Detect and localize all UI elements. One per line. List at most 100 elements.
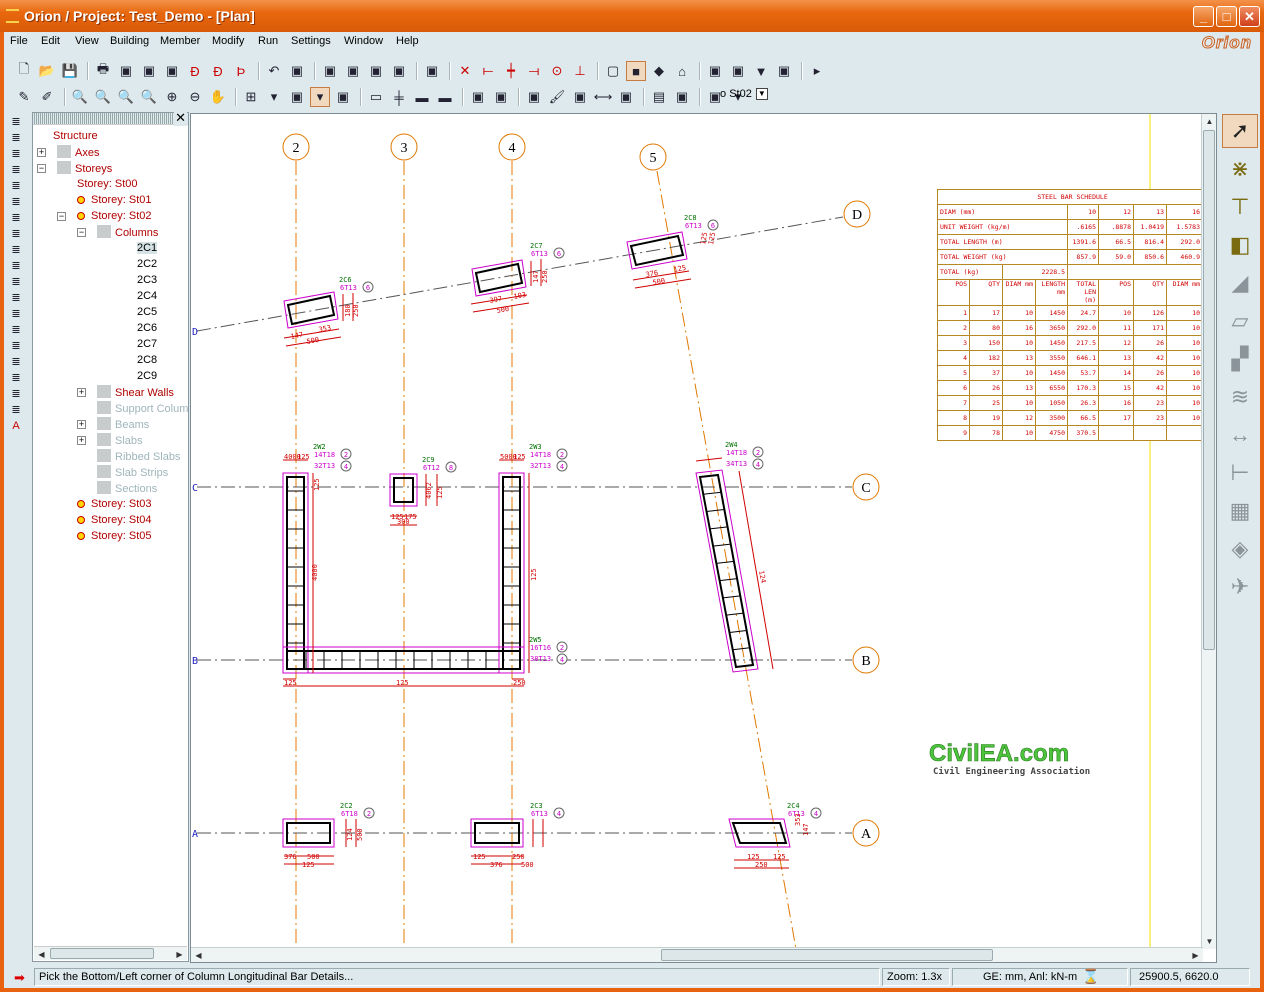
window-frame-icon[interactable]: ▣	[672, 87, 692, 107]
edit-pen-icon[interactable]: ✐	[37, 87, 57, 107]
view-shaded-icon[interactable]: ◆	[649, 61, 669, 81]
slab-icon[interactable]: ▱	[1222, 304, 1258, 338]
menu-window[interactable]: Window	[344, 35, 383, 47]
tree-item-column-2C4[interactable]: 2C4	[137, 289, 157, 304]
tree-item-column-2C1[interactable]: 2C1	[137, 241, 158, 256]
menu-building[interactable]: Building	[110, 35, 149, 47]
storey-6-icon[interactable]: ≣	[6, 194, 26, 209]
tools-icon[interactable]: ▣	[774, 61, 794, 81]
chevron-down-icon[interactable]: ▼	[755, 88, 768, 101]
axis-numbers-icon[interactable]: ▣	[422, 61, 442, 81]
copy-report-icon[interactable]: ▣	[116, 61, 136, 81]
ribbed-icon[interactable]: ≋	[1222, 380, 1258, 414]
select-window-icon[interactable]: ▣	[320, 61, 340, 81]
tree-item-storey-5[interactable]: Storey: St05	[77, 529, 152, 544]
plan-canvas[interactable]: 2 3 4 5 D C B A D C B A 2C6 6T13 6 2C7 6T13 6 2C8 6T13 6 2C9 6…	[190, 113, 1217, 963]
perpendicular-icon[interactable]: ⊥	[570, 61, 590, 81]
line-start-icon[interactable]: ⟞	[524, 61, 544, 81]
beam-icon[interactable]: ◢	[1222, 266, 1258, 300]
tree-item-structure[interactable]: Structure	[53, 129, 98, 144]
scroll-thumb[interactable]	[1203, 130, 1215, 650]
display-dropdown-icon[interactable]: ▾	[310, 87, 330, 107]
storey-9-icon[interactable]: ≣	[6, 242, 26, 257]
view-solid-icon[interactable]: ■	[626, 61, 646, 81]
tree-item-column-2C6[interactable]: 2C6	[137, 321, 157, 336]
zoom-out-icon[interactable]: ⊖	[185, 87, 205, 107]
scroll-left-icon[interactable]: ◀	[34, 947, 49, 962]
storey-15-icon[interactable]: ≣	[6, 338, 26, 353]
new-file-icon[interactable]: 🗋	[14, 61, 34, 81]
line-mid-icon[interactable]: ┿	[501, 61, 521, 81]
save-icon[interactable]: 💾	[60, 61, 80, 81]
circle-center-icon[interactable]: ⊙	[547, 61, 567, 81]
tree-item-beams[interactable]: Beams	[97, 417, 149, 432]
storey-2-icon[interactable]: ≣	[6, 130, 26, 145]
view-hidden-icon[interactable]: ⌂	[672, 61, 692, 81]
tree-item-axes[interactable]: Axes	[57, 145, 99, 160]
zoom-previous-icon[interactable]: 🔍	[139, 87, 159, 107]
wall-tool-icon[interactable]: ▬	[412, 87, 432, 107]
tree-item-storey-4[interactable]: Storey: St04	[77, 513, 152, 528]
storey-5-icon[interactable]: ≣	[6, 178, 26, 193]
grid-axes-icon[interactable]: ⋇	[1222, 152, 1258, 186]
dxf-import-icon[interactable]: Ð	[208, 61, 228, 81]
open-folder-icon[interactable]: 📂	[37, 61, 57, 81]
slab-tool-icon[interactable]: ▬	[435, 87, 455, 107]
tree-item-shear-walls[interactable]: Shear Walls	[97, 385, 174, 400]
storey-14-icon[interactable]: ≣	[6, 322, 26, 337]
vertical-scrollbar[interactable]: ▲ ▼	[1201, 114, 1216, 949]
tree-item-ribbed-slabs[interactable]: Ribbed Slabs	[97, 449, 180, 464]
foundations-icon[interactable]: ▣	[570, 87, 590, 107]
tree-item-storey-3[interactable]: Storey: St03	[77, 497, 152, 512]
select-filter-icon[interactable]: ▣	[366, 61, 386, 81]
view-wireframe-icon[interactable]: ▢	[603, 61, 623, 81]
scroll-up-icon[interactable]: ▲	[1202, 114, 1216, 129]
tree-item-columns[interactable]: Columns	[97, 225, 158, 240]
display-options-icon[interactable]: ▣	[287, 87, 307, 107]
dxf-export-icon[interactable]: Ð	[185, 61, 205, 81]
tree-item-slabs[interactable]: Slabs	[97, 433, 143, 448]
close-button[interactable]: ✕	[1239, 6, 1260, 27]
layers-icon[interactable]: ⊞	[241, 87, 261, 107]
align-right-icon[interactable]: ▣	[491, 87, 511, 107]
text-a-icon[interactable]: A	[6, 418, 26, 433]
tree-item-support-columns[interactable]: Support Colum	[97, 401, 188, 416]
storey-18-icon[interactable]: ≣	[6, 386, 26, 401]
tree-item-column-2C2[interactable]: 2C2	[137, 257, 157, 272]
tree-item-storey-2[interactable]: Storey: St02	[77, 209, 152, 224]
stair-icon[interactable]: ▞	[1222, 342, 1258, 376]
storey-1-icon[interactable]: ≣	[6, 114, 26, 129]
tree-item-column-2C3[interactable]: 2C3	[137, 273, 157, 288]
list-icon[interactable]: ▣	[139, 61, 159, 81]
properties-icon[interactable]: ▣	[616, 87, 636, 107]
close-icon[interactable]: ✕	[174, 110, 187, 126]
storey-13-icon[interactable]: ≣	[6, 306, 26, 321]
tree-item-storeys[interactable]: Storeys	[57, 161, 112, 176]
layer-dropdown-icon[interactable]: ▾	[264, 87, 284, 107]
menu-help[interactable]: Help	[396, 35, 419, 47]
menu-member[interactable]: Member	[160, 35, 200, 47]
tree-horizontal-scrollbar[interactable]: ◀ ▶	[34, 946, 187, 960]
scroll-right-icon[interactable]: ▶	[1188, 948, 1203, 962]
beam-tool-icon[interactable]: ▭	[366, 87, 386, 107]
storey-8-icon[interactable]: ≣	[6, 226, 26, 241]
tree-item-column-2C7[interactable]: 2C7	[137, 337, 157, 352]
tree-item-sections[interactable]: Sections	[97, 481, 157, 496]
tree-item-storey-0[interactable]: Storey: St00	[77, 177, 138, 192]
zoom-in-icon[interactable]: ⊕	[162, 87, 182, 107]
tree-item-column-2C8[interactable]: 2C8	[137, 353, 157, 368]
column-tool-icon[interactable]: ╪	[389, 87, 409, 107]
zoom-window-icon[interactable]: 🔍	[70, 87, 90, 107]
tree-item-column-2C5[interactable]: 2C5	[137, 305, 157, 320]
storey-10-icon[interactable]: ≣	[6, 258, 26, 273]
menu-modify[interactable]: Modify	[212, 35, 244, 47]
zoom-extents-icon[interactable]: 🔍	[116, 87, 136, 107]
pick-point-icon[interactable]: ▣	[287, 61, 307, 81]
scroll-left-icon[interactable]: ◀	[191, 948, 206, 962]
storey-11-icon[interactable]: ≣	[6, 274, 26, 289]
table-icon[interactable]: ▤	[649, 87, 669, 107]
storey-stack-icon[interactable]: ▣	[728, 61, 748, 81]
storey-4-icon[interactable]: ≣	[6, 162, 26, 177]
menu-settings[interactable]: Settings	[291, 35, 331, 47]
wall-panel-icon[interactable]: ◧	[1222, 228, 1258, 262]
